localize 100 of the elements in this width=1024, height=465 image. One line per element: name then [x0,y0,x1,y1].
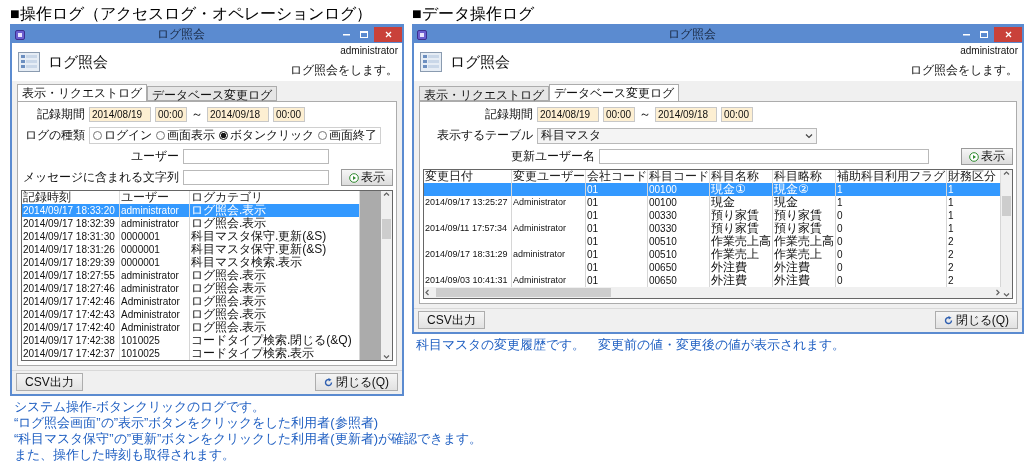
table-cell: 01 [586,183,648,197]
caption-line: システム操作-ボタンクリックのログです。 [14,399,266,415]
table-cell: 2014/09/03 10:41:31 [424,274,512,288]
column-header[interactable]: ユーザー [120,191,190,205]
field-label: 表示するテーブル [436,127,533,144]
table-cell: 00650 [648,274,710,288]
app-icon [417,29,427,40]
range-tilde: ～ [191,106,203,123]
date-field[interactable]: 2014/08/19 [89,107,151,122]
table-cell: 0 [836,235,947,249]
scroll-left-icon[interactable] [424,289,431,296]
radio-indicator[interactable] [219,131,228,140]
scrollbar-thumb[interactable] [382,219,391,239]
date-field[interactable]: 2014/08/19 [537,107,599,122]
time-field[interactable]: 00:00 [721,107,753,122]
refresh-icon [323,377,333,387]
scroll-right-icon[interactable] [994,289,1001,296]
scrollbar-thumb[interactable] [436,288,611,297]
table-cell: 2014/09/17 17:42:38 [22,334,120,348]
close-icon [384,31,392,38]
scroll-down-icon[interactable] [1003,291,1010,298]
radio-option[interactable]: ログイン [93,127,152,144]
table-cell: 00330 [648,209,710,223]
csv-export-button[interactable]: CSV出力 [16,373,83,391]
tab[interactable]: 表示・リクエストログ [419,86,549,101]
column-header[interactable]: 科目名称 [710,170,773,184]
time-field[interactable]: 00:00 [155,107,187,122]
column-header[interactable]: 科目略称 [773,170,836,184]
csv-export-button[interactable]: CSV出力 [418,311,485,329]
user-field[interactable] [183,149,329,164]
message-field[interactable] [183,170,329,185]
close-button[interactable] [994,27,1022,42]
tab[interactable]: データベース変更ログ [549,84,679,101]
table-cell: 1 [836,196,947,210]
table-cell: 2014/09/11 17:57:34 [424,222,512,236]
radio-option[interactable]: 画面終了 [318,127,377,144]
radio-indicator[interactable] [156,131,165,140]
radio-option[interactable]: ボタンクリック [219,127,314,144]
list-icon [18,52,40,72]
table-row[interactable]: 2014/09/17 17:42:37 1010025 コードタイプ検索.表示 [22,347,360,360]
table-cell: 00510 [648,248,710,262]
table-cell: ログ照会.表示 [190,321,360,335]
table-cell: Administrator [120,321,190,335]
date-field[interactable]: 2014/09/18 [655,107,717,122]
show-button[interactable]: 表示 [961,148,1013,165]
table-cell: 0000001 [120,256,190,270]
table-cell: 01 [586,222,648,236]
table-cell: 2014/09/17 18:31:26 [22,243,120,257]
field-label: ユーザー [130,148,179,165]
field-label: メッセージに含まれる文字列 [22,169,179,186]
table-cell: 1 [947,209,1001,223]
table-cell: 現金① [710,183,773,197]
column-header[interactable]: 変更日付 [424,170,512,184]
table-cell: 0 [836,222,947,236]
column-header[interactable]: 科目コード [648,170,710,184]
scrollbar-thumb[interactable] [1002,196,1011,216]
update-user-field[interactable] [599,149,929,164]
scroll-up-icon[interactable] [1003,170,1010,177]
close-window-button[interactable]: 閉じる(Q) [314,373,398,391]
table-cell: 01 [586,196,648,210]
radio-indicator[interactable] [93,131,102,140]
close-button[interactable] [374,27,402,42]
caption-line: “科目マスタ保守”の”更新”ボタンをクリックした利用者(更新者)が確認できます。 [14,431,482,447]
table-dropdown[interactable]: 科目マスタ [537,127,817,144]
refresh-icon [943,315,953,325]
field-label: 記録期間 [36,106,85,123]
table-cell: 00100 [648,183,710,197]
table-cell: 2014/09/17 18:33:20 [22,204,120,218]
table-cell: 作業売上 [710,248,773,262]
time-field[interactable]: 00:00 [603,107,635,122]
date-field[interactable]: 2014/09/18 [207,107,269,122]
table-cell: 1 [947,196,1001,210]
vertical-scrollbar[interactable] [1001,170,1012,298]
horizontal-scrollbar[interactable] [424,287,1001,298]
column-header[interactable]: 会社コード [586,170,648,184]
scroll-down-icon[interactable] [383,353,390,360]
close-window-button[interactable]: 閉じる(Q) [934,311,1018,329]
column-header[interactable]: 変更ユーザー [512,170,586,184]
table-cell: 外注費 [710,261,773,275]
column-header[interactable]: 記録時刻 [22,191,120,205]
table-cell: ログ照会.表示 [190,269,360,283]
scroll-up-icon[interactable] [383,191,390,198]
column-header[interactable]: 財務区分 [947,170,1001,184]
radio-option[interactable]: 画面表示 [156,127,215,144]
time-field[interactable]: 00:00 [273,107,305,122]
tab[interactable]: 表示・リクエストログ [17,84,147,101]
radio-indicator[interactable] [318,131,327,140]
table-cell: 00650 [648,261,710,275]
user-name: administrator [960,45,1018,56]
show-button[interactable]: 表示 [341,169,393,186]
column-header[interactable]: ログカテゴリ [190,191,360,205]
page-title: ログ照会 [450,52,510,72]
tab[interactable]: データベース変更ログ [147,86,277,101]
table-cell: 2014/09/17 18:32:39 [22,217,120,231]
vertical-scrollbar[interactable] [381,191,392,360]
column-header[interactable]: 補助科目利用フラグ [836,170,947,184]
table-cell: Administrator [512,274,586,288]
section-heading: ■操作ログ（アクセスログ・オペレーションログ） [10,4,372,24]
table-cell: 2 [947,235,1001,249]
minimize-icon [342,33,350,36]
